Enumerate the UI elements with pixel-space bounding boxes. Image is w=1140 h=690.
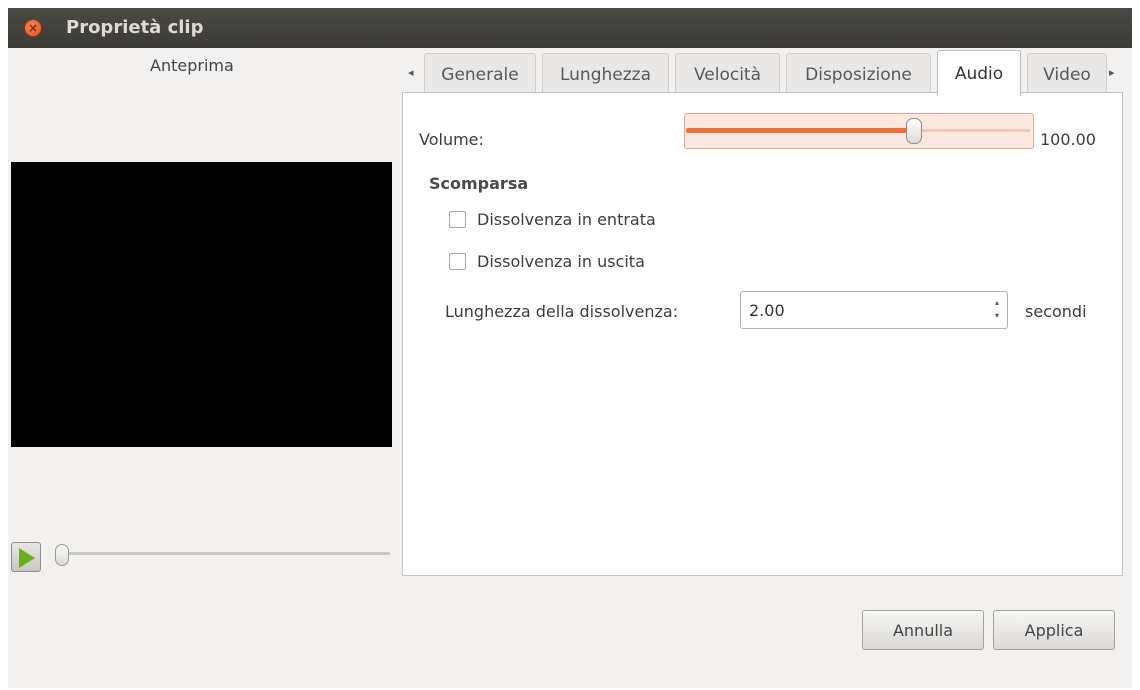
- fade-length-unit: secondi: [1025, 302, 1087, 321]
- volume-slider-handle[interactable]: [906, 118, 922, 144]
- fade-in-label[interactable]: Dissolvenza in entrata: [477, 210, 656, 229]
- spin-down-icon[interactable]: ▾: [991, 309, 1003, 322]
- apply-button[interactable]: Applica: [993, 610, 1115, 650]
- audio-tab-panel: [402, 92, 1123, 576]
- cancel-button[interactable]: Annulla: [862, 610, 984, 650]
- tab-audio[interactable]: Audio: [937, 50, 1021, 96]
- volume-slider-fill: [686, 128, 916, 133]
- tab-velocita[interactable]: Velocità: [675, 53, 780, 95]
- spinner-arrows[interactable]: ▴ ▾: [991, 296, 1003, 324]
- seek-slider-handle[interactable]: [55, 544, 69, 566]
- fade-in-checkbox[interactable]: [449, 211, 466, 228]
- volume-label: Volume:: [419, 130, 484, 149]
- fade-length-spinner[interactable]: 2.00 ▴ ▾: [740, 291, 1008, 329]
- preview-video-area: [11, 162, 392, 447]
- seek-slider[interactable]: [60, 552, 390, 555]
- window-title: Proprietà clip: [66, 17, 204, 38]
- tab-scroll-right-icon[interactable]: ▸: [1109, 66, 1115, 79]
- play-button[interactable]: [11, 542, 41, 572]
- spin-up-icon[interactable]: ▴: [991, 296, 1003, 309]
- fade-length-value[interactable]: 2.00: [749, 301, 785, 320]
- tab-video[interactable]: Video: [1027, 53, 1107, 95]
- close-icon: ×: [27, 21, 39, 35]
- tab-scroll-left-icon[interactable]: ◂: [408, 66, 414, 79]
- fade-section-title: Scomparsa: [429, 174, 529, 193]
- volume-value: 100.00: [1040, 130, 1096, 149]
- fade-out-label[interactable]: Dissolvenza in uscita: [477, 252, 645, 271]
- tab-disposizione[interactable]: Disposizione: [786, 53, 931, 95]
- play-icon: [19, 548, 35, 568]
- tab-lunghezza[interactable]: Lunghezza: [542, 53, 669, 95]
- title-bar: × Proprietà clip: [8, 8, 1132, 48]
- fade-out-checkbox[interactable]: [449, 253, 466, 270]
- tab-generale[interactable]: Generale: [424, 53, 536, 95]
- fade-length-label: Lunghezza della dissolvenza:: [445, 302, 679, 321]
- close-button[interactable]: ×: [25, 20, 41, 36]
- volume-slider-track: [916, 129, 1030, 132]
- preview-label: Anteprima: [150, 56, 234, 75]
